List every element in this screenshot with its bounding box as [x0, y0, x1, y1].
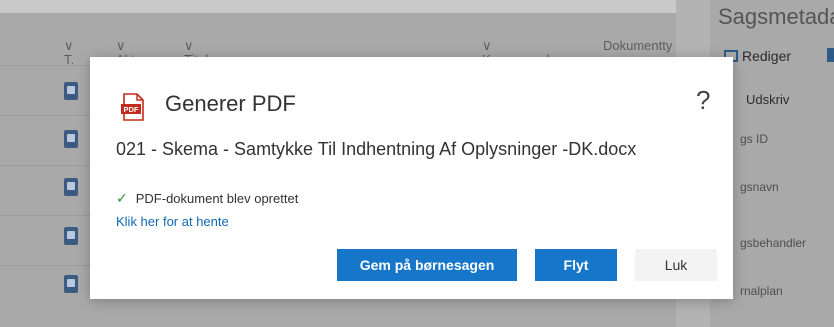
field-sagsnavn: gsnavn — [740, 180, 779, 194]
bookmark-icon[interactable] — [827, 48, 834, 62]
word-doc-icon[interactable] — [64, 178, 78, 196]
download-link[interactable]: Klik her for at hente — [116, 214, 229, 229]
status-message: ✓ PDF-dokument blev oprettet — [116, 190, 298, 207]
pdf-file-icon: PDF — [121, 93, 144, 121]
pdf-icon-label: PDF — [124, 105, 139, 114]
column-dokumenttype[interactable]: Dokumentty — [603, 38, 672, 53]
word-doc-icon[interactable] — [64, 82, 78, 100]
print-button[interactable]: Udskriv — [746, 92, 789, 107]
word-doc-icon[interactable] — [64, 275, 78, 293]
field-sags-id: gs ID — [740, 132, 769, 146]
field-sagsbehandler: gsbehandler — [740, 236, 807, 250]
edit-button[interactable]: Rediger — [724, 48, 791, 64]
column-titel[interactable]: Titel ∨ — [184, 38, 208, 67]
status-text: PDF-dokument blev oprettet — [135, 191, 299, 206]
word-doc-icon[interactable] — [64, 130, 78, 148]
help-icon[interactable]: ? — [696, 85, 710, 116]
dialog-title: Generer PDF — [165, 91, 296, 116]
checkmark-icon: ✓ — [116, 190, 128, 206]
top-bar — [0, 0, 676, 13]
column-type[interactable]: T. ∨ — [64, 38, 74, 67]
generate-pdf-dialog: PDF Generer PDF ? 021 - Skema - Samtykke… — [90, 57, 733, 299]
word-doc-icon[interactable] — [64, 227, 78, 245]
column-akt[interactable]: Akt ... ∨ — [116, 38, 149, 67]
file-name: 021 - Skema - Samtykke Til Indhentning A… — [116, 139, 637, 159]
move-button[interactable]: Flyt — [535, 249, 617, 281]
save-to-case-button[interactable]: Gem på børnesagen — [337, 249, 517, 281]
close-button[interactable]: Luk — [635, 249, 717, 281]
column-korrespondance[interactable]: Korresponda... ∨ — [482, 38, 567, 67]
metadata-title: Sagsmetada — [718, 4, 834, 29]
field-journalplan: rnalplan — [740, 284, 783, 298]
